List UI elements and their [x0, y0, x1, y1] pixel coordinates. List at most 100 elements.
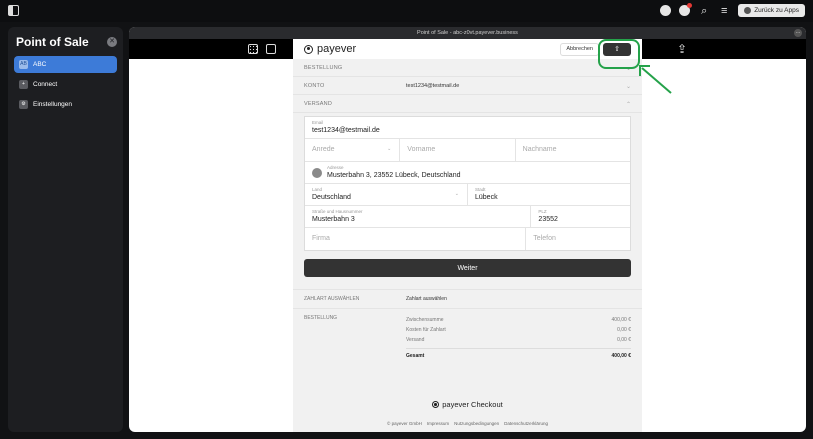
- firstname-field[interactable]: Vorname: [400, 139, 516, 161]
- checkout-header: payever Abbrechen ⇧: [293, 39, 642, 59]
- section-label: BESTELLUNG: [304, 315, 338, 321]
- sidebar-item-connect[interactable]: + Connect: [14, 76, 117, 93]
- order-totals-row: BESTELLUNG Zwischensumme 400,00 € Kosten…: [293, 309, 642, 361]
- section-account[interactable]: KONTO test1234@testmail.de ⌄: [293, 77, 642, 95]
- sidebar-header: Point of Sale ✕: [14, 32, 117, 52]
- field-value: Musterbahn 3: [312, 216, 355, 223]
- close-icon[interactable]: ✕: [107, 37, 117, 47]
- chevron-down-icon: ⌄: [625, 84, 631, 90]
- field-value: Musterbahn 3, 23552 Lübeck, Deutschland: [327, 172, 461, 179]
- field-value: Deutschland: [312, 194, 351, 201]
- back-to-apps-label: Zurück zu Apps: [754, 7, 799, 14]
- section-label: BESTELLUNG: [304, 64, 343, 71]
- line-label: Zwischensumme: [406, 317, 444, 323]
- copyright-text: © payever GmbH: [387, 421, 422, 426]
- system-top-bar: ⌕ ≡ Zurück zu Apps: [0, 0, 813, 22]
- form-row: Straße und Hausnummer Musterbahn 3 PLZ 2…: [305, 206, 630, 228]
- sidebar-item-abc[interactable]: AB ABC: [14, 56, 117, 73]
- gear-icon: ⚙: [19, 100, 28, 109]
- sidebar-item-label: Connect: [33, 81, 58, 88]
- totals-list: Zwischensumme 400,00 € Kosten für Zahlar…: [406, 309, 631, 361]
- window-title: Point of Sale - abc-z0vt.payever.busines…: [417, 30, 518, 36]
- next-button[interactable]: Weiter: [304, 259, 631, 277]
- street-field[interactable]: Straße und Hausnummer Musterbahn 3: [305, 206, 532, 227]
- payever-logo: payever: [304, 43, 356, 55]
- scan-icon[interactable]: [266, 44, 276, 54]
- field-value: Lübeck: [475, 194, 498, 201]
- line-value: 0,00 €: [617, 327, 631, 333]
- abc-icon: AB: [19, 60, 28, 69]
- city-field[interactable]: Stadt Lübeck: [468, 184, 630, 205]
- line-label: Versand: [406, 337, 425, 343]
- sidebar-item-label: Einstellungen: [33, 101, 73, 108]
- subtotal-line: Zwischensumme 400,00 €: [406, 315, 631, 325]
- line-label: Gesamt: [406, 353, 425, 359]
- annotation-arrow: [639, 65, 672, 94]
- chevron-down-icon: ⌄: [387, 146, 392, 152]
- form-row: Email test1234@testmail.de: [305, 117, 630, 139]
- form-row: Land Deutschland ⌄ Stadt Lübeck: [305, 184, 630, 206]
- grid-icon[interactable]: [248, 44, 258, 54]
- line-value: 0,00 €: [617, 337, 631, 343]
- top-bar-actions: ⌕ ≡ Zurück zu Apps: [660, 3, 805, 17]
- payever-logo-icon: [304, 44, 313, 54]
- privacy-link[interactable]: Datenschutzerklärung: [504, 421, 548, 426]
- imprint-link[interactable]: Impressum: [427, 421, 449, 426]
- payment-method-value: Zahlart auswählen: [406, 296, 447, 302]
- payment-method-row[interactable]: ZAHLART AUSWÄHLEN Zahlart auswählen: [293, 290, 642, 309]
- line-value: 400,00 €: [611, 317, 631, 323]
- pos-window: Point of Sale - abc-z0vt.payever.busines…: [129, 27, 806, 432]
- back-to-apps-button[interactable]: Zurück zu Apps: [738, 4, 805, 17]
- user-icon[interactable]: [660, 5, 672, 16]
- footer-links: © payever GmbH Impressum Nutzungsbedingu…: [293, 421, 642, 426]
- email-field[interactable]: Email test1234@testmail.de: [305, 117, 630, 138]
- notification-icon[interactable]: [679, 3, 693, 16]
- field-value: test1234@testmail.de: [312, 127, 380, 134]
- lastname-field[interactable]: Nachname: [516, 139, 630, 161]
- section-shipping[interactable]: VERSAND ⌃: [293, 95, 642, 113]
- address-field[interactable]: Adresse Musterbahn 3, 23552 Lübeck, Deut…: [305, 162, 630, 183]
- section-label: ZAHLART AUSWÄHLEN: [304, 296, 360, 302]
- country-select[interactable]: Land Deutschland ⌄: [305, 184, 468, 205]
- apps-icon: [744, 7, 752, 14]
- shipping-form: Email test1234@testmail.de Anrede ⌄ Vorn…: [304, 116, 631, 251]
- search-icon[interactable]: ⌕: [698, 5, 710, 17]
- checkout-panel: payever Abbrechen ⇧ BESTELLUNG ⌄ KONTO t…: [293, 39, 642, 432]
- form-row: Firma Telefon: [305, 228, 630, 250]
- payever-logo-icon: [432, 401, 440, 408]
- account-email: test1234@testmail.de: [406, 82, 460, 89]
- total-line: Gesamt 400,00 €: [406, 348, 631, 361]
- terms-link[interactable]: Nutzungsbedingungen: [454, 421, 499, 426]
- section-order[interactable]: BESTELLUNG ⌄: [293, 59, 642, 77]
- section-label: VERSAND: [304, 100, 332, 107]
- field-placeholder: Nachname: [522, 146, 557, 153]
- menu-icon[interactable]: ≡: [718, 5, 730, 17]
- cancel-button[interactable]: Abbrechen: [560, 42, 599, 56]
- form-row: Adresse Musterbahn 3, 23552 Lübeck, Deut…: [305, 162, 630, 184]
- sidebar-item-label: ABC: [33, 61, 47, 68]
- chevron-up-icon: ⌃: [625, 102, 631, 108]
- sidebar-item-settings[interactable]: ⚙ Einstellungen: [14, 96, 117, 113]
- phone-field[interactable]: Telefon: [526, 228, 630, 250]
- line-value: 400,00 €: [611, 353, 631, 359]
- share-icon[interactable]: ⇪: [677, 42, 687, 56]
- sidebar-toggle-icon[interactable]: [8, 5, 19, 16]
- zip-field[interactable]: PLZ 23552: [531, 206, 630, 227]
- salutation-select[interactable]: Anrede ⌄: [305, 139, 401, 161]
- section-label: KONTO: [304, 82, 325, 89]
- location-icon: [312, 168, 322, 178]
- checkout-footer: payever Checkout © payever GmbH Impressu…: [293, 395, 642, 426]
- shipping-cost-line: Versand 0,00 €: [406, 335, 631, 345]
- order-summary: ZAHLART AUSWÄHLEN Zahlart auswählen BEST…: [293, 289, 642, 361]
- company-field[interactable]: Firma: [305, 228, 527, 250]
- field-placeholder: Anrede: [312, 146, 335, 153]
- field-placeholder: Firma: [312, 235, 330, 242]
- payment-cost-line: Kosten für Zahlart 0,00 €: [406, 325, 631, 335]
- sidebar-title: Point of Sale: [16, 35, 89, 49]
- line-label: Kosten für Zahlart: [406, 327, 446, 333]
- brand-name: payever: [317, 43, 357, 55]
- highlight-box: [598, 39, 640, 69]
- payever-checkout-logo: payever Checkout: [432, 400, 503, 409]
- more-icon[interactable]: …: [794, 29, 802, 37]
- field-placeholder: Telefon: [533, 235, 556, 242]
